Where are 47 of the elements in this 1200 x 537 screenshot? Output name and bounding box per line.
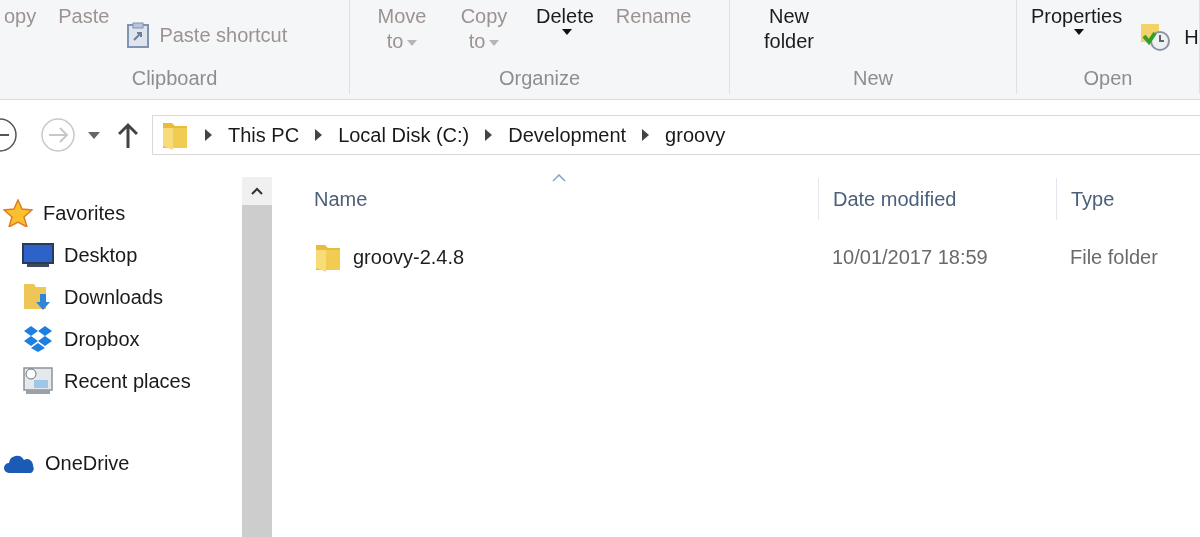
group-label: Clipboard — [131, 66, 218, 90]
file-name: groovy-2.4.8 — [353, 245, 465, 269]
navigation-item[interactable]: OneDrive — [0, 442, 242, 484]
chevron-icon — [485, 129, 493, 141]
diamond-box-icon — [22, 325, 54, 353]
folder-icon — [161, 120, 189, 150]
breadcrumb[interactable]: groovy — [665, 123, 726, 147]
chevron-icon — [315, 129, 323, 141]
scroll-up-icon — [251, 187, 263, 195]
ribbon-button[interactable]: H — [1140, 22, 1199, 52]
ribbon-button[interactable]: New folder — [744, 0, 834, 54]
navigation-item[interactable]: Downloads — [0, 276, 242, 318]
group-label: New — [853, 66, 893, 90]
recent-places-icon — [22, 366, 54, 396]
monitor-icon — [22, 242, 54, 268]
navigation-item[interactable]: Dropbox — [0, 318, 242, 360]
file-row[interactable]: groovy-2.4.8 10/01/2017 18:59 File folder — [300, 237, 1200, 277]
sort-caret-icon — [552, 174, 566, 182]
file-type: File folder — [1070, 245, 1158, 269]
caret-icon — [88, 131, 100, 139]
navigation-item[interactable]: Recent places — [0, 360, 242, 402]
breadcrumb[interactable]: This PC — [228, 123, 300, 147]
address-bar[interactable]: This PC Local Disk (C:) Development groovy — [152, 115, 1200, 155]
breadcrumb[interactable]: Local Disk (C:) — [338, 123, 470, 147]
navigation-item[interactable]: Favorites — [0, 192, 242, 234]
caret-icon — [407, 39, 418, 46]
star-icon — [3, 199, 33, 227]
chevron-icon — [205, 129, 212, 141]
ribbon-button[interactable]: Delete — [532, 0, 598, 35]
breadcrumb[interactable]: Development — [508, 123, 627, 147]
column-header[interactable]: Date modified — [818, 178, 1056, 220]
up-button[interactable] — [118, 122, 138, 148]
column-header[interactable]: Name — [300, 178, 818, 220]
scrollbar[interactable] — [242, 177, 272, 537]
ribbon-button[interactable]: Properties — [1027, 0, 1127, 35]
caret-icon — [561, 29, 572, 35]
caret-icon — [1073, 29, 1084, 35]
clipboard-icon — [127, 22, 150, 48]
folder-icon — [314, 242, 342, 272]
up-arrow-icon — [118, 122, 138, 148]
date-modified: 10/01/2017 18:59 — [832, 245, 988, 269]
group-label: Organize — [498, 66, 581, 90]
column-header[interactable]: Type — [1056, 178, 1200, 220]
caret-icon — [489, 39, 500, 46]
navigation-item[interactable]: Desktop — [0, 234, 242, 276]
chevron-icon — [642, 129, 650, 141]
group-label: Open — [1083, 66, 1133, 90]
